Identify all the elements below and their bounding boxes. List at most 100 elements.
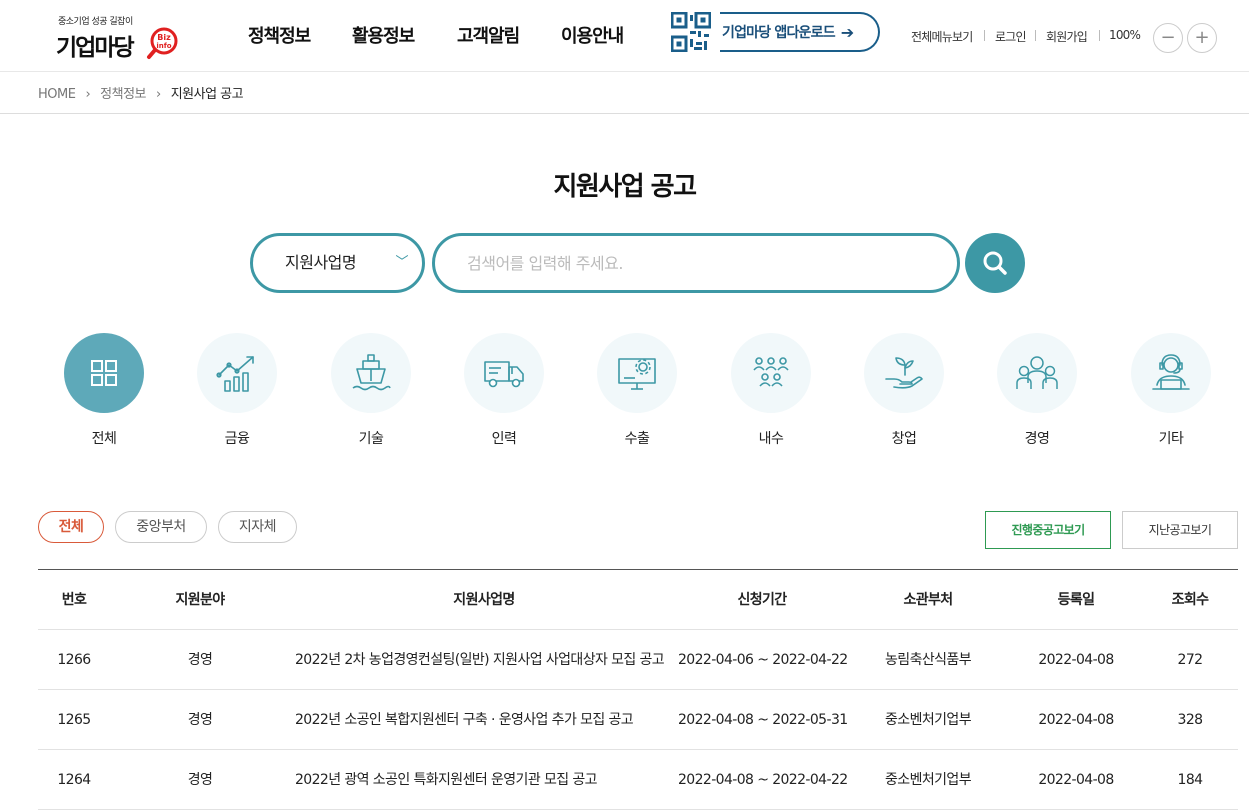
table-row[interactable]: 1266 경영 2022년 2차 농업경영컨설팅(일반) 지원사업 사업대상자 … <box>38 630 1238 690</box>
breadcrumb-divider <box>0 113 1249 114</box>
gnb-notice[interactable]: 고객알림 <box>457 22 520 48</box>
search-icon <box>983 251 1007 275</box>
category-management[interactable]: 경영 <box>997 333 1077 448</box>
row-title-link[interactable]: 2022년 소공인 복합지원센터 구축 · 운영사업 추가 모집 공고 <box>295 690 634 750</box>
breadcrumb-separator: › <box>85 87 91 102</box>
category-label: 경영 <box>1024 431 1050 447</box>
past-announcements-button[interactable]: 지난공고보기 <box>1122 511 1238 549</box>
signup-link[interactable]: 회원가입 <box>1046 28 1088 45</box>
row-no: 1266 <box>57 652 91 668</box>
category-label: 전체 <box>91 431 117 447</box>
page-title: 지원사업 공고 <box>553 172 697 202</box>
announcement-table: 번호 지원분야 지원사업명 신청기간 소관부처 등록일 조회수 1266 경영 … <box>38 569 1238 810</box>
header-field: 지원분야 <box>175 592 225 608</box>
table-row[interactable]: 1265 경영 2022년 소공인 복합지원센터 구축 · 운영사업 추가 모집… <box>38 690 1238 750</box>
gnb-policy[interactable]: 정책정보 <box>248 22 311 48</box>
zoom-in-button[interactable]: + <box>1187 23 1217 53</box>
row-period: 2022-04-08 ~ 2022-05-31 <box>678 712 848 728</box>
bizinfo-badge-icon: Biz info <box>147 27 178 59</box>
row-ministry: 중소벤처기업부 <box>885 712 972 728</box>
ship-icon <box>352 354 391 391</box>
header-no: 번호 <box>61 592 87 608</box>
breadcrumb-policy[interactable]: 정책정보 <box>100 87 146 102</box>
header-ministry: 소관부처 <box>903 592 953 608</box>
filter-all[interactable]: 전체 <box>38 511 104 543</box>
row-field: 경영 <box>187 712 213 728</box>
search-button[interactable] <box>965 233 1025 293</box>
row-title-link[interactable]: 2022년 2차 농업경영컨설팅(일반) 지원사업 사업대상자 모집 공고 <box>295 630 665 690</box>
site-logo[interactable]: 중소기업 성공 길잡이 기업마당 Biz info <box>56 12 186 62</box>
gnb-utilization[interactable]: 활용정보 <box>352 22 415 48</box>
row-date: 2022-04-08 <box>1038 772 1114 788</box>
monitor-gear-icon <box>618 358 656 390</box>
filter-central[interactable]: 중앙부처 <box>115 511 207 543</box>
row-field: 경영 <box>187 652 213 668</box>
logo-name: 기업마당 <box>56 35 135 61</box>
util-divider <box>1035 30 1036 41</box>
header-views: 조회수 <box>1171 592 1209 608</box>
row-date: 2022-04-08 <box>1038 712 1114 728</box>
category-label: 창업 <box>891 431 917 447</box>
row-no: 1265 <box>57 712 91 728</box>
category-manpower[interactable]: 인력 <box>464 333 544 448</box>
category-finance[interactable]: 금융 <box>197 333 277 448</box>
category-label: 기술 <box>358 431 384 447</box>
category-startup[interactable]: 창업 <box>864 333 944 448</box>
arrow-right-icon: ➔ <box>840 22 854 42</box>
zoom-out-button[interactable]: − <box>1153 23 1183 53</box>
breadcrumb: HOME › 정책정보 › 지원사업 공고 <box>38 83 244 102</box>
row-date: 2022-04-08 <box>1038 652 1114 668</box>
badge-bottom: info <box>156 42 171 50</box>
table-row[interactable]: 1264 경영 2022년 광역 소공인 특화지원센터 운영기관 모집 공고 2… <box>38 750 1238 810</box>
row-field: 경영 <box>187 772 213 788</box>
row-views: 272 <box>1177 652 1204 668</box>
util-divider <box>984 30 985 41</box>
logo-tagline: 중소기업 성공 길잡이 <box>58 17 133 27</box>
row-views: 184 <box>1177 772 1204 788</box>
search-input[interactable] <box>432 233 960 293</box>
truck-icon <box>484 361 524 388</box>
qr-code-icon[interactable] <box>671 12 711 52</box>
header-date: 등록일 <box>1057 592 1095 608</box>
chevron-down-icon: ﹀ <box>395 255 408 270</box>
table-header-row: 번호 지원분야 지원사업명 신청기간 소관부처 등록일 조회수 <box>38 570 1238 630</box>
row-views: 328 <box>1177 712 1204 728</box>
header-title: 지원사업명 <box>453 592 515 608</box>
category-label: 내수 <box>758 431 784 447</box>
site-header: 중소기업 성공 길잡이 기업마당 Biz info 정책정보 활용정보 고객알림… <box>0 0 1249 72</box>
sprout-hand-icon <box>885 357 923 389</box>
category-domestic[interactable]: 내수 <box>731 333 811 448</box>
category-label: 수출 <box>624 431 650 447</box>
row-ministry: 농림축산식품부 <box>885 652 972 668</box>
category-etc[interactable]: 기타 <box>1131 333 1211 448</box>
headset-user-icon <box>1152 354 1190 390</box>
filter-local[interactable]: 지자체 <box>218 511 297 543</box>
breadcrumb-home[interactable]: HOME <box>38 87 76 102</box>
row-title-link[interactable]: 2022년 광역 소공인 특화지원센터 운영기관 모집 공고 <box>295 750 598 810</box>
app-download-button[interactable]: 기업마당 앱다운로드 ➔ <box>720 12 880 52</box>
category-label: 기타 <box>1158 431 1184 447</box>
util-divider <box>1099 30 1100 41</box>
login-link[interactable]: 로그인 <box>995 28 1027 45</box>
people-group-icon <box>753 357 789 387</box>
growth-chart-icon <box>216 356 254 392</box>
search-type-value: 지원사업명 <box>285 253 357 272</box>
row-period: 2022-04-06 ~ 2022-04-22 <box>678 652 848 668</box>
search-type-select[interactable]: 지원사업명 ﹀ <box>250 233 425 293</box>
row-period: 2022-04-08 ~ 2022-04-22 <box>678 772 848 788</box>
category-technology[interactable]: 기술 <box>331 333 411 448</box>
category-label: 금융 <box>224 431 250 447</box>
ongoing-announcements-button[interactable]: 진행중공고보기 <box>985 511 1111 549</box>
all-menu-link[interactable]: 전체메뉴보기 <box>911 28 973 45</box>
category-label: 인력 <box>491 431 517 447</box>
row-no: 1264 <box>57 772 91 788</box>
breadcrumb-separator: › <box>156 87 161 102</box>
category-all[interactable]: 전체 <box>64 333 144 448</box>
zoom-level: 100% <box>1109 28 1141 42</box>
gnb-guide[interactable]: 이용안내 <box>561 22 624 48</box>
header-period: 신청기간 <box>737 592 787 608</box>
row-ministry: 중소벤처기업부 <box>885 772 972 788</box>
breadcrumb-current: 지원사업 공고 <box>170 87 244 102</box>
category-export[interactable]: 수출 <box>597 333 677 448</box>
badge-top: Biz <box>157 33 171 42</box>
